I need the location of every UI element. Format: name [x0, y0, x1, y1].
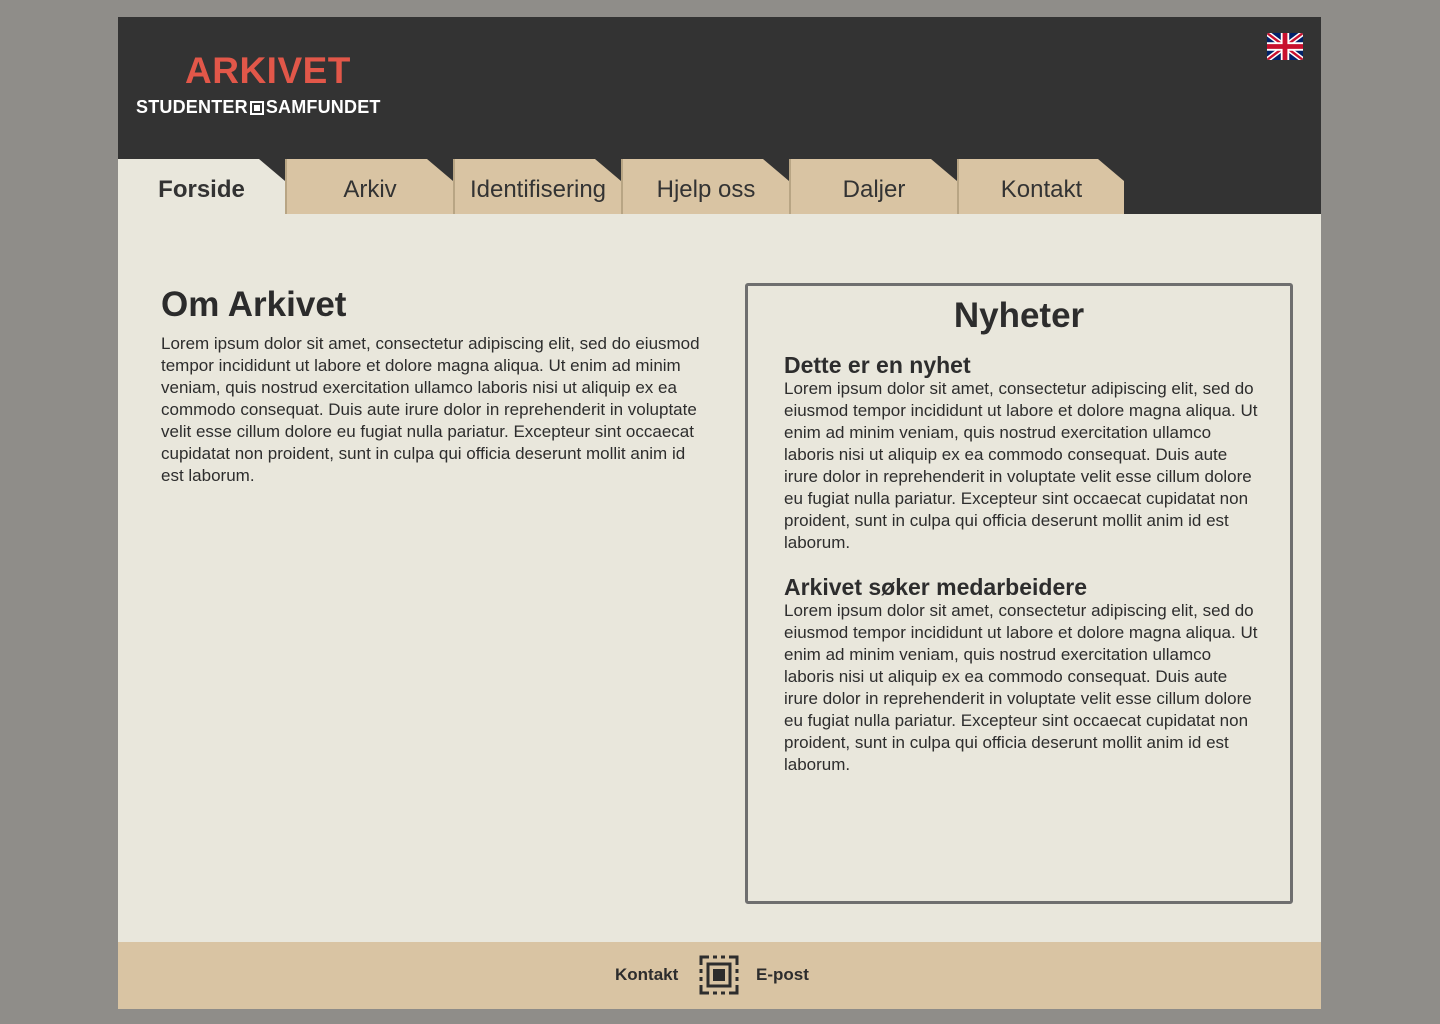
- about-heading: Om Arkivet: [161, 285, 347, 324]
- site-header: ARKIVET STUDENTER SAMFUNDET Forside Arki…: [118, 17, 1321, 214]
- samfundet-logo-icon: [699, 955, 739, 995]
- news-panel: Nyheter Dette er en nyhet Lorem ipsum do…: [745, 283, 1293, 904]
- tab-hjelp-oss[interactable]: Hjelp oss: [621, 159, 789, 214]
- news-item-title[interactable]: Arkivet søker medarbeidere: [784, 574, 1264, 600]
- site-title[interactable]: ARKIVET: [185, 51, 351, 91]
- logo-text-left: STUDENTER: [136, 97, 248, 117]
- uk-flag-icon[interactable]: [1267, 33, 1303, 60]
- about-text: Lorem ipsum dolor sit amet, consectetur …: [161, 334, 700, 485]
- organization-logo[interactable]: STUDENTER SAMFUNDET: [136, 97, 381, 118]
- site-footer: Kontakt E-post: [118, 942, 1321, 1009]
- tab-arkiv[interactable]: Arkiv: [285, 159, 453, 214]
- tab-kontakt[interactable]: Kontakt: [957, 159, 1124, 214]
- news-item-body: Lorem ipsum dolor sit amet, consectetur …: [784, 379, 1258, 552]
- tab-daljer[interactable]: Daljer: [789, 159, 957, 214]
- news-heading: Nyheter: [953, 296, 1085, 335]
- news-item-title[interactable]: Dette er en nyhet: [784, 352, 1264, 378]
- news-item-body: Lorem ipsum dolor sit amet, consectetur …: [784, 601, 1258, 774]
- page-frame: ARKIVET STUDENTER SAMFUNDET Forside Arki…: [118, 17, 1321, 1009]
- about-section: Om Arkivet Lorem ipsum dolor sit amet, c…: [161, 285, 706, 487]
- footer-email-link[interactable]: E-post: [756, 965, 809, 985]
- news-item: Dette er en nyhet Lorem ipsum dolor sit …: [784, 352, 1264, 554]
- footer-contact-link[interactable]: Kontakt: [615, 965, 678, 985]
- logo-text-right: SAMFUNDET: [265, 97, 381, 117]
- news-item: Arkivet søker medarbeidere Lorem ipsum d…: [784, 574, 1264, 776]
- tab-identifisering[interactable]: Identifisering: [453, 159, 621, 214]
- samfundet-mark-icon: [249, 100, 264, 115]
- main-navigation: Forside Arkiv Identifisering Hjelp oss D…: [118, 159, 1321, 214]
- tab-forside[interactable]: Forside: [118, 159, 285, 214]
